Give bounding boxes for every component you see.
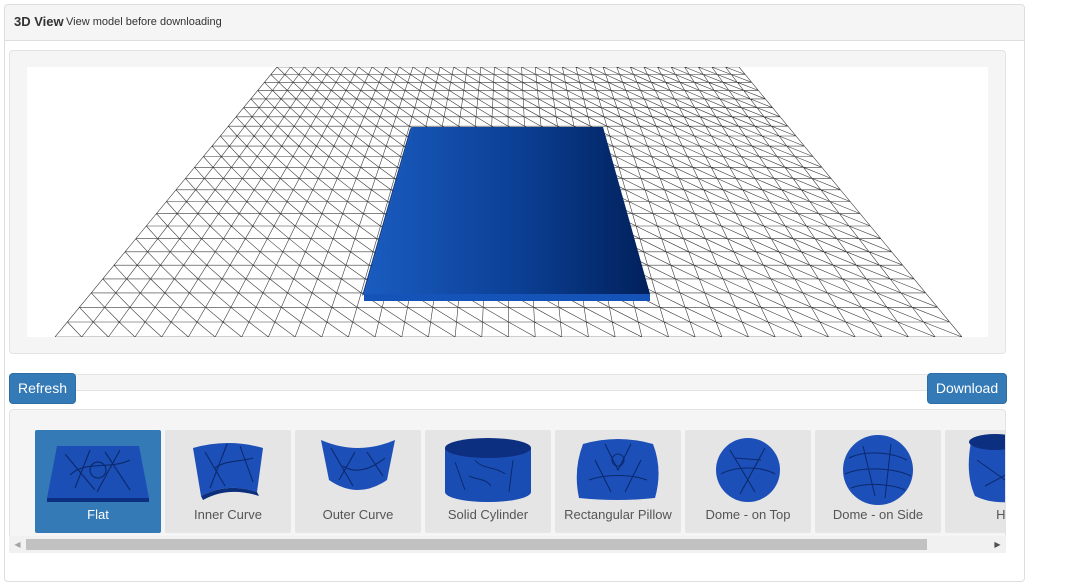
refresh-button[interactable]: Refresh: [9, 373, 76, 404]
shape-selector: Flat Inner Curve Outer Curve Solid Cylin…: [9, 409, 1006, 551]
download-button[interactable]: Download: [927, 373, 1007, 404]
shape-item-solid-cylinder[interactable]: Solid Cylinder: [425, 430, 551, 533]
dome-on-top-icon: [716, 438, 780, 502]
3d-viewer-canvas[interactable]: [27, 66, 988, 338]
shape-label: Flat: [87, 507, 109, 522]
shape-item-inner-curve[interactable]: Inner Curve: [165, 430, 291, 533]
shape-scrollbar[interactable]: ◀ ▶: [9, 536, 1006, 553]
shape-label: Dome - on Side: [832, 507, 924, 522]
scrollbar-thumb[interactable]: [26, 539, 927, 550]
shape-track: Flat Inner Curve Outer Curve Solid Cylin…: [29, 430, 1006, 534]
panel-subtitle: View model before downloading: [66, 16, 222, 28]
flat-model: [362, 127, 650, 301]
shape-item-rectangular-pillow[interactable]: Rectangular Pillow: [555, 430, 681, 533]
shape-item-dome-on-top[interactable]: Dome - on Top: [685, 430, 811, 533]
shape-item-flat[interactable]: Flat: [35, 430, 161, 533]
flat-relief-icon: [47, 446, 149, 502]
inner-curve-icon: [193, 443, 263, 500]
shape-label: Outer Curve: [322, 507, 394, 522]
shape-item-outer-curve[interactable]: Outer Curve: [295, 430, 421, 533]
panel-title: 3D View: [14, 14, 64, 29]
viewer-well: [9, 50, 1006, 354]
shape-label: Rectangular Pillow: [564, 507, 672, 522]
heart-shape-icon: [968, 434, 1005, 503]
shape-label: Inner Curve: [194, 507, 262, 522]
dome-on-side-icon: [843, 435, 913, 505]
shape-label: Dome - on Top: [705, 507, 791, 522]
panel-heading: 3D View View model before downloading: [5, 5, 1024, 41]
shape-label: Solid Cylinder: [447, 507, 529, 522]
shape-item-dome-on-side[interactable]: Dome - on Side: [815, 430, 941, 533]
shape-label: Hea: [996, 507, 1006, 522]
3d-scene: [54, 66, 963, 338]
rectangular-pillow-icon: [576, 439, 659, 500]
shape-item-heart[interactable]: Hea: [945, 430, 1006, 533]
solid-cylinder-icon: [445, 438, 531, 502]
outer-curve-icon: [321, 440, 395, 490]
toolbar-track: [9, 374, 1006, 391]
scroll-left-arrow-icon[interactable]: ◀: [9, 536, 26, 553]
scroll-right-arrow-icon[interactable]: ▶: [989, 536, 1006, 553]
